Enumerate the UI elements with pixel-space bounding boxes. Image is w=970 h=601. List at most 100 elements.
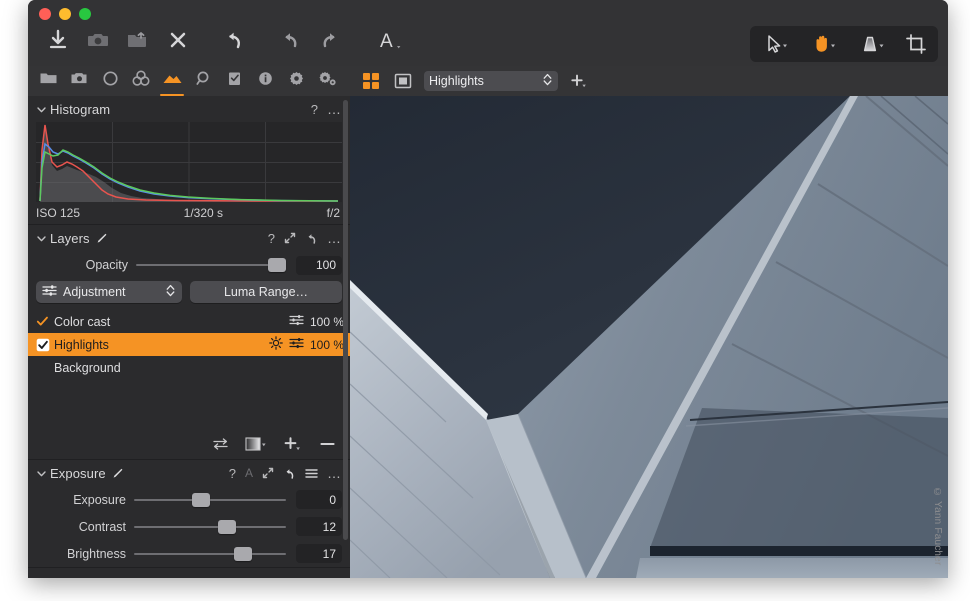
- gears-icon: [317, 69, 338, 93]
- sidebar-item-capture[interactable]: [64, 66, 94, 96]
- layer-mode-select[interactable]: Adjustment: [36, 281, 182, 303]
- info-icon: [256, 69, 275, 93]
- undo-icon[interactable]: [272, 25, 308, 55]
- list-item[interactable]: Background: [28, 356, 350, 379]
- histogram-help-icon[interactable]: ?: [311, 103, 318, 116]
- histogram-title: Histogram: [50, 101, 111, 117]
- sidebar-tab-bar: [28, 66, 350, 96]
- exposure-slider[interactable]: [134, 491, 286, 509]
- magnifier-icon: [194, 69, 213, 93]
- exposure-help-icon[interactable]: ?: [229, 467, 236, 480]
- sidebar-item-batch[interactable]: [312, 66, 342, 96]
- sidebar-item-library[interactable]: [33, 66, 63, 96]
- sidebar-panels: Histogram ? … ISO 125 1/320 s f/2 Layers…: [28, 96, 350, 578]
- slider-knob[interactable]: [217, 519, 236, 534]
- delete-icon[interactable]: [160, 25, 196, 55]
- gradient-tool-icon[interactable]: [850, 29, 896, 59]
- minimize-button[interactable]: [59, 8, 71, 20]
- list-item[interactable]: Highlights 100 %: [28, 333, 350, 356]
- sidebar-item-lens[interactable]: [95, 66, 125, 96]
- histogram-panel: Histogram ? … ISO 125 1/320 s f/2: [28, 96, 350, 225]
- camera-icon[interactable]: [80, 25, 116, 55]
- slider-knob[interactable]: [234, 546, 253, 561]
- reset-icon[interactable]: [216, 25, 252, 55]
- viewer-layer-label: Highlights: [429, 74, 484, 88]
- gear-icon: [287, 69, 306, 93]
- grid-view-icon[interactable]: [360, 71, 382, 91]
- auto-adjust-icon[interactable]: A: [245, 466, 253, 480]
- exposure-more-icon[interactable]: …: [327, 466, 342, 480]
- image-canvas[interactable]: [350, 96, 948, 578]
- sidebar-item-details[interactable]: [188, 66, 218, 96]
- sidebar-item-output[interactable]: [281, 66, 311, 96]
- chevron-down-icon[interactable]: [34, 104, 48, 115]
- chevron-down-icon[interactable]: [34, 468, 48, 479]
- chevron-updown-icon: [165, 283, 176, 301]
- sidebar-item-exposure[interactable]: [157, 66, 187, 96]
- layer-checkbox[interactable]: [36, 338, 52, 352]
- chevron-updown-icon: [542, 72, 553, 90]
- brightness-slider-row: Brightness 17: [28, 540, 350, 567]
- viewer-layer-select[interactable]: Highlights: [424, 71, 558, 91]
- single-view-icon[interactable]: [392, 71, 414, 91]
- add-layer-icon[interactable]: [283, 436, 303, 453]
- sidebar-scrollbar[interactable]: [343, 100, 348, 540]
- crop-tool-icon[interactable]: [898, 29, 934, 59]
- layer-checkbox[interactable]: [36, 315, 52, 328]
- contrast-slider[interactable]: [134, 518, 286, 536]
- expand-icon[interactable]: [262, 467, 274, 479]
- sidebar-item-metadata[interactable]: [250, 66, 280, 96]
- layer-name: Background: [54, 360, 121, 375]
- expand-icon[interactable]: [284, 232, 296, 244]
- exposure-panel: Exposure ? A … Exposure 0 Contrast 12 Br…: [28, 460, 350, 568]
- histogram-more-icon[interactable]: …: [327, 102, 342, 116]
- mountain-icon: [162, 69, 183, 93]
- brightness-value-field[interactable]: 17: [296, 544, 342, 563]
- opacity-value-field[interactable]: 100: [296, 255, 342, 275]
- close-button[interactable]: [39, 8, 51, 20]
- hand-tool-icon[interactable]: [802, 29, 848, 59]
- exposure-value-field[interactable]: 0: [296, 490, 342, 509]
- import-icon[interactable]: [40, 25, 76, 55]
- layer-toolbar: [28, 429, 350, 459]
- reset-exposure-icon[interactable]: [283, 467, 296, 480]
- mask-display-icon[interactable]: [245, 436, 267, 452]
- sidebar-item-color[interactable]: [126, 66, 156, 96]
- presets-menu-icon[interactable]: [305, 468, 318, 479]
- histogram-graph[interactable]: [36, 122, 342, 202]
- redo-icon[interactable]: [312, 25, 348, 55]
- brightness-slider[interactable]: [134, 545, 286, 563]
- histogram-body: [28, 122, 350, 202]
- slider-track: [134, 525, 286, 528]
- slider-label: Brightness: [66, 546, 126, 561]
- opacity-slider[interactable]: [136, 256, 286, 274]
- layers-help-icon[interactable]: ?: [268, 232, 275, 245]
- annotate-icon[interactable]: A: [368, 25, 414, 55]
- sidebar-item-adjustments[interactable]: [219, 66, 249, 96]
- zoom-button[interactable]: [79, 8, 91, 20]
- brush-icon[interactable]: [95, 232, 108, 245]
- sliders-icon: [42, 284, 57, 300]
- layers-more-icon[interactable]: …: [327, 231, 342, 245]
- remove-layer-icon[interactable]: [319, 437, 336, 451]
- contrast-slider-row: Contrast 12: [28, 513, 350, 540]
- viewer-toolbar: Highlights: [350, 66, 948, 96]
- chevron-down-icon[interactable]: [34, 233, 48, 244]
- contrast-value-field[interactable]: 12: [296, 517, 342, 536]
- cursor-tool-icon[interactable]: [754, 29, 800, 59]
- list-item[interactable]: Color cast 100 %: [28, 310, 350, 333]
- layer-name: Color cast: [54, 314, 111, 329]
- luma-range-button[interactable]: Luma Range…: [190, 281, 342, 303]
- brush-icon[interactable]: [111, 467, 124, 480]
- layers-header: Layers ? …: [28, 225, 350, 251]
- invert-mask-icon[interactable]: [212, 437, 229, 451]
- reset-layers-icon[interactable]: [305, 232, 318, 245]
- color-wheels-icon: [131, 69, 151, 93]
- sliders-icon: [289, 337, 304, 352]
- slider-knob[interactable]: [191, 492, 210, 507]
- layer-opacity: 100 %: [309, 337, 344, 352]
- opacity-row: Opacity 100: [28, 251, 350, 279]
- add-layer-icon[interactable]: [568, 71, 590, 91]
- opacity-slider-knob[interactable]: [268, 258, 286, 272]
- export-icon[interactable]: [120, 25, 156, 55]
